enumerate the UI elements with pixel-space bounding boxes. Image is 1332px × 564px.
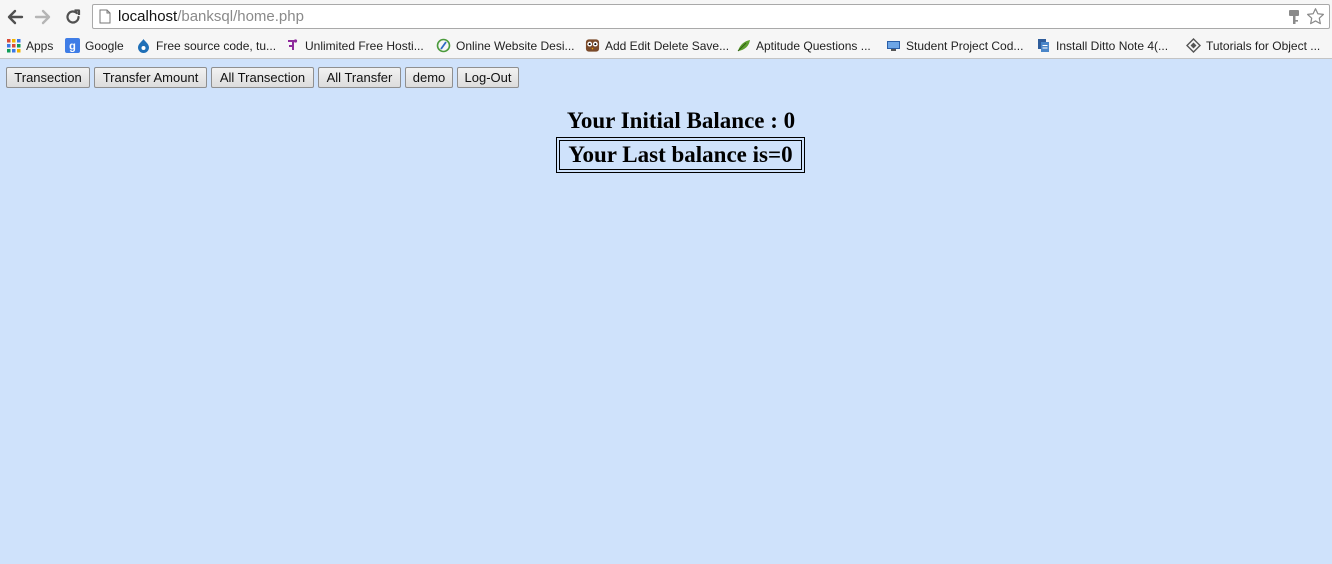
bookmark-label: Tutorials for Object ...	[1206, 38, 1321, 53]
owl-icon	[585, 38, 600, 53]
bookmark-aptitude-questions[interactable]: Aptitude Questions ...	[736, 36, 871, 55]
document-icon	[1036, 38, 1051, 53]
initial-balance-text: Your Initial Balance : 0	[566, 108, 796, 133]
bookmark-install-ditto-note[interactable]: Install Ditto Note 4(...	[1036, 36, 1168, 55]
bookmark-label: Online Website Desi...	[456, 38, 575, 53]
bookmark-label: Add Edit Delete Save...	[605, 38, 730, 53]
bookmark-label: Free source code, tu...	[156, 38, 277, 53]
key-icon[interactable]	[1288, 9, 1300, 30]
bookmark-label: Apps	[26, 38, 54, 53]
bookmark-unlimited-free-hosting[interactable]: Unlimited Free Hosti...	[285, 36, 424, 55]
leaf-icon	[736, 38, 751, 53]
bookmark-google[interactable]: g Google	[65, 36, 124, 55]
monitor-icon	[886, 38, 901, 53]
url-path: /banksql/home.php	[177, 8, 304, 25]
diamond-icon	[1186, 38, 1201, 53]
bookmark-apps[interactable]: Apps	[6, 36, 53, 55]
hosting-icon	[285, 38, 300, 53]
arrow-right-icon[interactable]	[32, 6, 54, 28]
transfer-amount-button[interactable]: Transfer Amount	[94, 67, 207, 88]
demo-button[interactable]: demo	[405, 67, 453, 88]
google-icon: g	[65, 38, 80, 53]
bookmark-free-source-code[interactable]: Free source code, tu...	[136, 36, 276, 55]
address-bar[interactable]: localhost/banksql/home.php	[92, 4, 1330, 29]
drupal-icon	[136, 38, 151, 53]
page-icon	[99, 9, 111, 29]
all-transection-button[interactable]: All Transection	[211, 67, 314, 88]
reload-icon[interactable]	[62, 6, 84, 28]
arrow-left-icon[interactable]	[4, 6, 26, 28]
transection-button[interactable]: Transection	[6, 67, 90, 88]
last-balance-text: Your Last balance is=0	[559, 140, 802, 170]
star-icon[interactable]	[1306, 7, 1325, 31]
url-host: localhost	[118, 8, 178, 25]
bookmark-tutorials-object[interactable]: Tutorials for Object ...	[1186, 36, 1320, 55]
apps-grid-icon	[6, 38, 21, 53]
bookmark-label: Google	[85, 38, 124, 53]
website-icon	[436, 38, 451, 53]
bookmark-label: Aptitude Questions ...	[756, 38, 871, 53]
bookmark-label: Install Ditto Note 4(...	[1056, 38, 1169, 53]
last-balance-table: Your Last balance is=0	[556, 137, 805, 173]
bookmark-label: Unlimited Free Hosti...	[305, 38, 424, 53]
all-transfer-button[interactable]: All Transfer	[318, 67, 401, 88]
svg-text:g: g	[69, 41, 76, 53]
bookmarks-bar: Apps g Google Free source code, tu... Un…	[0, 33, 1332, 59]
bookmark-student-project-code[interactable]: Student Project Cod...	[886, 36, 1023, 55]
url-text: localhost/banksql/home.php	[118, 8, 304, 26]
logout-button[interactable]: Log-Out	[457, 67, 519, 88]
browser-toolbar: localhost/banksql/home.php	[0, 0, 1332, 33]
bookmark-add-edit-delete[interactable]: Add Edit Delete Save...	[585, 36, 729, 55]
bookmark-label: Student Project Cod...	[906, 38, 1024, 53]
bookmark-online-website-design[interactable]: Online Website Desi...	[436, 36, 575, 55]
